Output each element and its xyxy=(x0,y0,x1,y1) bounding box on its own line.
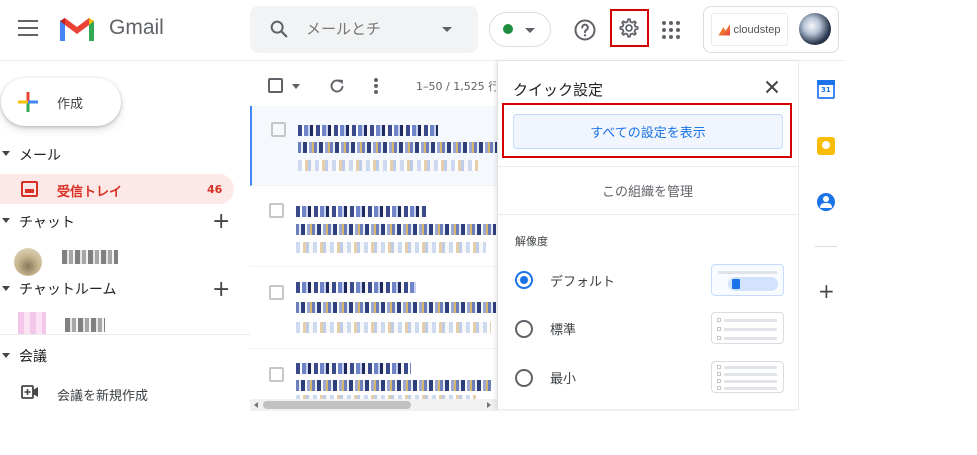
density-section-label: 解像度 xyxy=(515,235,548,248)
status-chevron-down-icon xyxy=(525,28,535,33)
gear-icon[interactable] xyxy=(618,17,640,39)
mail-row[interactable] xyxy=(250,269,498,349)
mail-subject xyxy=(296,224,496,235)
density-default-radio[interactable] xyxy=(515,271,533,289)
new-chat-plus-icon[interactable]: + xyxy=(212,211,230,233)
mail-snippet xyxy=(298,160,478,171)
chat-section-collapse-icon[interactable] xyxy=(2,218,10,223)
chat-section-label[interactable]: チャット xyxy=(19,212,75,232)
density-default-preview[interactable] xyxy=(711,264,784,296)
nav-divider xyxy=(0,334,250,335)
mail-row[interactable] xyxy=(250,187,498,267)
mail-subject xyxy=(296,380,491,391)
manage-organization-link[interactable]: この組織を管理 xyxy=(497,166,798,214)
keep-icon[interactable] xyxy=(817,137,835,155)
search-icon[interactable] xyxy=(268,18,290,40)
density-comfortable-radio[interactable] xyxy=(515,320,533,338)
row-checkbox[interactable] xyxy=(269,203,284,218)
mail-list xyxy=(250,106,498,402)
cloudstep-logo-icon xyxy=(718,23,731,36)
new-meeting-video-icon[interactable] xyxy=(21,385,39,399)
main-menu-icon[interactable] xyxy=(18,20,38,36)
quick-settings-divider xyxy=(497,214,798,215)
chat-contact-avatar[interactable] xyxy=(14,248,42,276)
chat-room-name[interactable] xyxy=(65,318,105,332)
meet-section-label[interactable]: 会議 xyxy=(19,346,47,366)
see-all-settings-button[interactable]: すべての設定を表示 xyxy=(513,114,783,149)
help-icon[interactable] xyxy=(573,18,597,42)
mail-snippet xyxy=(296,242,486,253)
mail-sender xyxy=(296,282,416,293)
status-selector[interactable] xyxy=(489,12,551,47)
mail-sender xyxy=(296,206,426,217)
new-meeting-label[interactable]: 会議を新規作成 xyxy=(57,385,148,404)
avatar[interactable] xyxy=(799,13,831,45)
get-addons-plus-icon[interactable]: + xyxy=(818,281,835,301)
scroll-right-arrow-icon[interactable] xyxy=(487,402,491,408)
select-all-checkbox[interactable] xyxy=(268,78,283,93)
inbox-icon xyxy=(21,181,38,197)
contacts-icon[interactable] xyxy=(817,193,835,211)
mail-subject xyxy=(296,302,496,313)
mail-sender xyxy=(296,363,411,374)
scrollbar-thumb[interactable] xyxy=(263,401,411,409)
app-name: Gmail xyxy=(109,16,164,39)
compose-label: 作成 xyxy=(57,97,84,112)
mail-subject xyxy=(298,142,498,153)
search-options-chevron-icon[interactable] xyxy=(442,27,452,32)
organization-logo: cloudstep xyxy=(711,13,788,46)
mail-sender xyxy=(298,125,438,136)
density-compact-preview[interactable] xyxy=(711,361,784,393)
compose-plus-icon xyxy=(18,92,38,112)
search-input[interactable] xyxy=(306,16,426,42)
mail-section-label[interactable]: メール xyxy=(19,145,61,165)
density-comfortable-preview[interactable] xyxy=(711,312,784,344)
calendar-day: 31 xyxy=(821,86,831,94)
select-options-chevron-icon[interactable] xyxy=(292,84,300,89)
density-compact-radio[interactable] xyxy=(515,369,533,387)
density-default-label[interactable]: デフォルト xyxy=(550,271,615,290)
status-active-icon xyxy=(503,24,513,34)
mail-section-collapse-icon[interactable] xyxy=(2,151,10,156)
quick-settings-bottom-border xyxy=(497,409,798,410)
pagination-range: 1–50 / 1,525 行 xyxy=(416,80,496,93)
refresh-icon[interactable] xyxy=(328,77,346,95)
calendar-icon[interactable]: 31 xyxy=(817,80,835,99)
density-comfortable-label[interactable]: 標準 xyxy=(550,319,576,338)
meet-section-collapse-icon[interactable] xyxy=(2,353,10,358)
side-panel-separator xyxy=(815,246,837,247)
new-chat-room-plus-icon[interactable]: + xyxy=(212,279,230,301)
side-panel-divider xyxy=(798,61,799,410)
organization-logo-text: cloudstep xyxy=(733,23,781,36)
mail-snippet xyxy=(296,322,491,333)
apps-grid-icon[interactable] xyxy=(661,20,681,40)
mail-row[interactable] xyxy=(250,106,498,186)
density-compact-label[interactable]: 最小 xyxy=(550,368,576,387)
inbox-unread-count: 46 xyxy=(207,183,223,196)
chat-room-section-collapse-icon[interactable] xyxy=(2,286,10,291)
gmail-logo-icon xyxy=(60,18,94,41)
chat-contact-name[interactable] xyxy=(62,250,118,264)
mail-row[interactable] xyxy=(250,351,498,402)
document-icon xyxy=(732,279,740,289)
scroll-left-arrow-icon[interactable] xyxy=(254,402,258,408)
more-options-icon[interactable] xyxy=(373,77,379,95)
close-icon[interactable] xyxy=(765,80,779,94)
inbox-label: 受信トレイ xyxy=(57,185,123,200)
row-checkbox[interactable] xyxy=(271,122,286,137)
row-checkbox[interactable] xyxy=(269,367,284,382)
chat-room-section-label[interactable]: チャットルーム xyxy=(19,279,116,299)
row-checkbox[interactable] xyxy=(269,285,284,300)
chat-room-icon[interactable] xyxy=(18,312,46,334)
quick-settings-title: クイック設定 xyxy=(513,81,604,99)
